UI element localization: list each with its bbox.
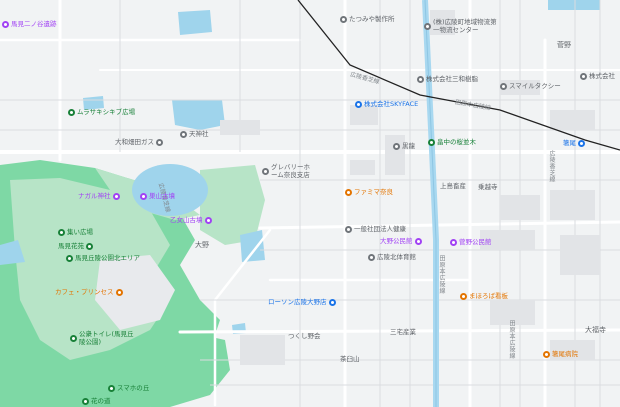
business-pin-icon (580, 72, 587, 80)
road-label: 田原本広陵線 (508, 320, 515, 359)
poi-marker[interactable]: (株)広陵町地域物流第一物流センター (424, 18, 503, 34)
pond (178, 10, 212, 35)
road-label: 広陵香芝線 (548, 150, 555, 183)
poi-marker[interactable]: 一般社団法人健康 (345, 225, 406, 233)
shrine-pin-icon (204, 216, 212, 224)
business-pin-icon (340, 15, 347, 23)
area-label: 菅野 (557, 41, 571, 49)
poi-marker[interactable]: 菅野公民館 (450, 238, 492, 246)
poi-marker[interactable]: 公衆トイレ(馬見丘陵公園) (70, 330, 139, 346)
poi-marker[interactable]: 天神社 (180, 130, 209, 138)
poi-marker[interactable]: ローソン広陵大野店 (268, 298, 336, 306)
shrine-pin-icon (2, 20, 9, 28)
poi-marker[interactable]: 株式会社 (580, 72, 615, 80)
business-pin-icon (424, 22, 431, 30)
hospital-pin-icon (543, 350, 550, 358)
civic-pin-icon (414, 237, 422, 245)
pond (172, 100, 225, 130)
poi-marker[interactable]: 花の道 (82, 397, 111, 405)
poi-marker[interactable]: 大和畑田ガス (115, 138, 163, 146)
park-pin-icon (58, 228, 65, 236)
poi-marker[interactable]: ムラサキシキブ広場 (68, 108, 135, 116)
map-canvas[interactable]: 広陵香芝線 田原本広陵線 広陵香芝線 田原本広陵線 田原本広陵線 広陵香芝線 大… (0, 0, 620, 407)
poi-marker[interactable]: 株式会社三和樹脂 (417, 75, 478, 83)
poi-marker[interactable]: ファミマ奈良 (345, 188, 393, 196)
poi-marker[interactable]: つくし野会 (288, 332, 321, 340)
poi-marker[interactable]: スマイルタクシー (500, 82, 561, 90)
poi-marker[interactable]: カフェ・プリンセス (55, 288, 123, 296)
poi-marker[interactable]: 上島畜産 (440, 182, 466, 190)
area-label: 大野 (195, 241, 209, 249)
pond (240, 230, 265, 262)
poi-marker[interactable]: 乙女山古墳 (170, 216, 212, 224)
poi-marker[interactable]: 馬見花苑 (58, 242, 93, 250)
cafe-pin-icon (115, 288, 123, 296)
poi-marker[interactable]: 集い広場 (58, 228, 93, 236)
poi-marker[interactable]: 乗越寺 (478, 183, 498, 191)
business-pin-icon (262, 167, 269, 175)
poi-marker[interactable]: 黒龍 (393, 142, 415, 150)
store-pin-icon (460, 292, 467, 300)
shrine-pin-icon (393, 142, 400, 150)
business-pin-icon (368, 253, 375, 261)
shrine-pin-icon (180, 130, 187, 138)
park-pin-icon (66, 254, 73, 262)
poi-marker[interactable]: 畠中の桜並木 (428, 138, 476, 146)
poi-marker[interactable]: 馬見二ノ谷遺跡 (2, 20, 57, 28)
park-pin-icon (68, 108, 75, 116)
park-pin-icon (70, 334, 77, 342)
road-label: 田原本広陵線 (438, 255, 445, 294)
poi-marker[interactable]: 広陵北体育館 (368, 253, 416, 261)
poi-marker[interactable]: 馬見丘陵公園北エリア (66, 254, 140, 262)
poi-marker[interactable]: ナガル神社 (78, 192, 120, 200)
business-pin-icon (417, 75, 424, 83)
poi-marker[interactable]: 茶臼山 (340, 355, 360, 363)
poi-marker[interactable]: スマホの丘 (108, 384, 149, 392)
poi-marker[interactable]: 株式会社SKYFACE (355, 100, 418, 108)
park-pin-icon (86, 242, 93, 250)
pond (548, 0, 600, 10)
store-pin-icon (328, 298, 336, 306)
shrine-pin-icon (112, 192, 120, 200)
shrine-pin-icon (140, 192, 147, 200)
poi-marker[interactable]: たつみや製作所 (340, 15, 395, 23)
poi-marker[interactable]: 箸尾病院 (543, 350, 578, 358)
poi-marker[interactable]: まほろば看板 (460, 292, 508, 300)
poi-marker[interactable]: グレバリーホーム奈良支店 (262, 163, 316, 179)
business-pin-icon (345, 225, 352, 233)
park-pin-icon (428, 138, 435, 146)
building-pin-icon (355, 100, 362, 108)
civic-pin-icon (450, 238, 457, 246)
poi-marker[interactable]: 大野公民館 (380, 237, 422, 245)
park-pin-icon (108, 384, 115, 392)
area-label: 大福寺 (585, 326, 606, 334)
poi-marker[interactable]: 箸尾 (563, 139, 585, 147)
poi-marker[interactable]: 巣山古墳 (140, 192, 175, 200)
park-pin-icon (82, 397, 89, 405)
store-pin-icon (345, 188, 352, 196)
business-pin-icon (500, 82, 507, 90)
business-pin-icon (156, 138, 163, 146)
train-station-icon (578, 139, 585, 147)
poi-marker[interactable]: 三宅産業 (390, 328, 416, 336)
